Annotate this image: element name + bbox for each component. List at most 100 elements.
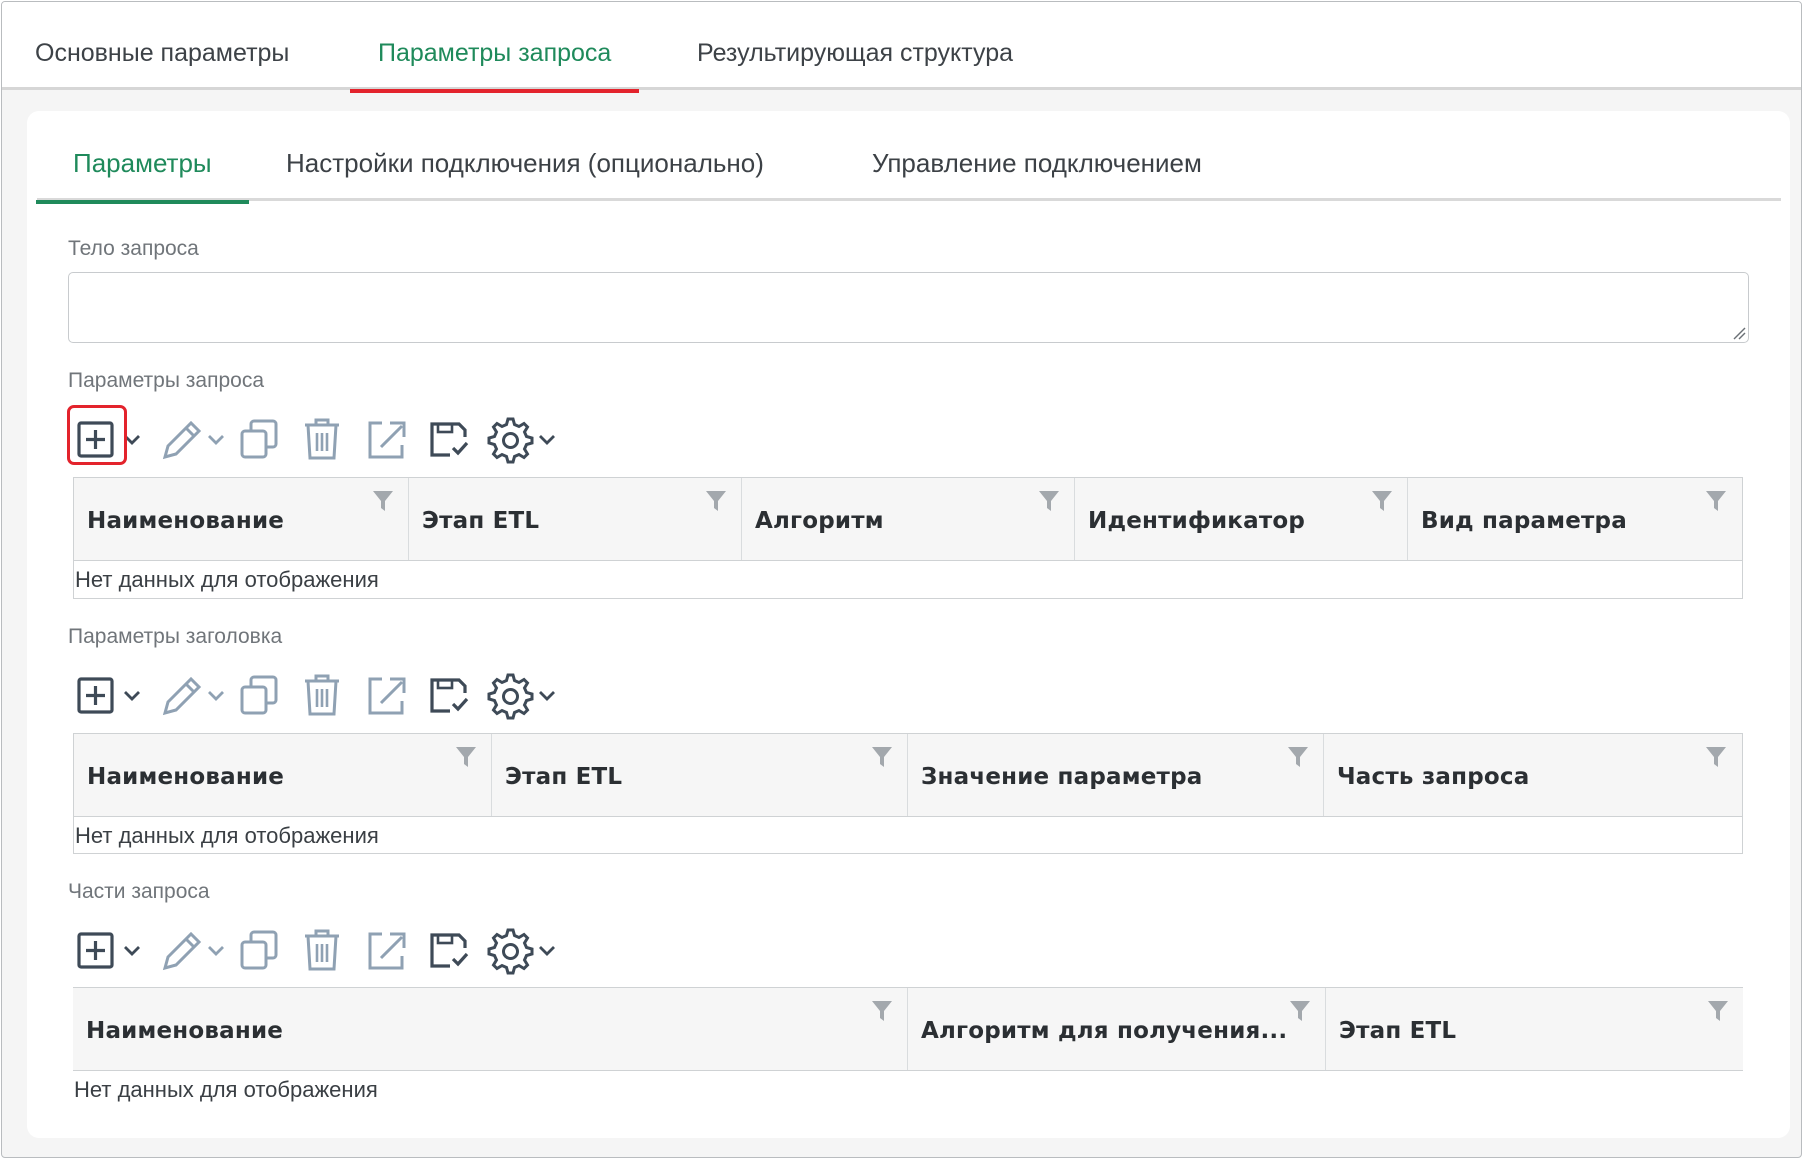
- column-header[interactable]: Наименование: [73, 988, 908, 1070]
- tab-basic-parameters[interactable]: Основные параметры: [35, 2, 289, 90]
- add-button[interactable]: [67, 405, 153, 467]
- filter-icon[interactable]: [871, 745, 893, 769]
- delete-button[interactable]: [297, 411, 349, 467]
- column-title: Значение параметра: [921, 764, 1203, 790]
- filter-icon[interactable]: [871, 999, 893, 1023]
- column-header[interactable]: Алгоритм для получения...: [908, 988, 1326, 1070]
- tab-request-parameters[interactable]: Параметры запроса: [350, 2, 640, 93]
- filter-icon[interactable]: [705, 489, 727, 513]
- column-header[interactable]: Наименование: [74, 734, 492, 816]
- column-header[interactable]: Идентификатор: [1075, 478, 1408, 560]
- filter-icon[interactable]: [1289, 999, 1311, 1023]
- save-check-icon: [430, 422, 469, 457]
- grid-header: Наименование Алгоритм для получения... Э…: [73, 987, 1743, 1071]
- delete-icon: [305, 929, 339, 971]
- copy-button[interactable]: [235, 411, 287, 467]
- request-params-label: Параметры запроса: [68, 369, 264, 392]
- export-button[interactable]: [360, 667, 412, 723]
- filter-icon[interactable]: [1287, 745, 1309, 769]
- empty-message: Нет данных для отображения: [75, 567, 379, 592]
- request-params-grid: Наименование Этап ETL Алгоритм Идентифик…: [73, 477, 1743, 599]
- column-header[interactable]: Алгоритм: [742, 478, 1075, 560]
- column-header[interactable]: Наименование: [74, 478, 409, 560]
- chevron-down-icon: [208, 946, 224, 956]
- tab-label: Основные параметры: [35, 39, 290, 67]
- subtab-connection-management[interactable]: Управление подключением: [872, 111, 1202, 201]
- tab-label: Параметры запроса: [378, 39, 612, 67]
- subtab-parameters[interactable]: Параметры: [36, 111, 249, 204]
- subtab-label: Параметры: [73, 148, 212, 178]
- column-header[interactable]: Этап ETL: [409, 478, 742, 560]
- save-changes-button[interactable]: [423, 667, 475, 723]
- tab-result-structure[interactable]: Результирующая структура: [697, 2, 1013, 90]
- chevron-down-icon: [208, 691, 224, 701]
- subtab-label: Управление подключением: [872, 148, 1202, 178]
- add-button[interactable]: [71, 667, 153, 723]
- column-title: Этап ETL: [505, 764, 623, 790]
- save-changes-button[interactable]: [423, 922, 475, 978]
- chevron-down-icon: [208, 435, 224, 445]
- filter-icon[interactable]: [1707, 999, 1729, 1023]
- request-parts-label: Части запроса: [68, 880, 210, 903]
- resize-grip-icon[interactable]: [1730, 324, 1746, 340]
- copy-icon: [240, 675, 278, 715]
- highlight-frame: [67, 405, 127, 465]
- settings-button[interactable]: [483, 667, 561, 723]
- empty-message: Нет данных для отображения: [75, 823, 379, 848]
- export-button[interactable]: [360, 411, 412, 467]
- filter-icon[interactable]: [1705, 745, 1727, 769]
- filter-icon[interactable]: [1371, 489, 1393, 513]
- tab-label: Результирующая структура: [697, 39, 1014, 67]
- column-title: Наименование: [87, 508, 285, 534]
- settings-button[interactable]: [483, 922, 561, 978]
- request-parts-grid: Наименование Алгоритм для получения... Э…: [73, 987, 1743, 1107]
- filter-icon[interactable]: [372, 489, 394, 513]
- column-header[interactable]: Значение параметра: [908, 734, 1324, 816]
- add-icon: [77, 932, 114, 969]
- chevron-down-icon: [539, 691, 555, 701]
- grid-header: Наименование Этап ETL Алгоритм Идентифик…: [74, 478, 1742, 561]
- save-changes-button[interactable]: [423, 411, 475, 467]
- empty-message: Нет данных для отображения: [74, 1077, 378, 1102]
- delete-button[interactable]: [297, 922, 349, 978]
- copy-icon: [240, 930, 278, 970]
- filter-icon[interactable]: [1038, 489, 1060, 513]
- column-title: Часть запроса: [1337, 764, 1530, 790]
- edit-button[interactable]: [157, 922, 229, 978]
- filter-icon[interactable]: [1705, 489, 1727, 513]
- column-title: Наименование: [87, 764, 285, 790]
- column-header[interactable]: Этап ETL: [1326, 988, 1743, 1070]
- export-icon: [368, 677, 406, 715]
- delete-button[interactable]: [297, 667, 349, 723]
- column-header[interactable]: Часть запроса: [1324, 734, 1741, 816]
- column-title: Этап ETL: [422, 508, 540, 534]
- chevron-down-icon: [539, 435, 555, 445]
- request-body-input[interactable]: [68, 272, 1749, 343]
- active-tab-underline: [350, 89, 640, 93]
- add-button[interactable]: [71, 922, 153, 978]
- edit-button[interactable]: [157, 411, 229, 467]
- export-icon: [368, 421, 406, 459]
- filter-icon[interactable]: [455, 745, 477, 769]
- edit-button[interactable]: [157, 667, 229, 723]
- column-title: Алгоритм для получения...: [921, 1018, 1288, 1044]
- column-title: Алгоритм: [755, 508, 884, 534]
- copy-button[interactable]: [235, 667, 287, 723]
- chevron-down-icon: [124, 691, 140, 701]
- copy-button[interactable]: [235, 922, 287, 978]
- settings-button[interactable]: [483, 411, 561, 467]
- settings-icon: [487, 673, 534, 720]
- delete-icon: [305, 674, 339, 716]
- export-icon: [368, 932, 406, 970]
- header-params-toolbar: [71, 667, 591, 723]
- export-button[interactable]: [360, 922, 412, 978]
- top-tab-bar: Основные параметры Параметры запроса Рез…: [2, 2, 1801, 93]
- column-header[interactable]: Этап ETL: [492, 734, 908, 816]
- chevron-down-icon: [124, 946, 140, 956]
- column-title: Идентификатор: [1088, 508, 1306, 534]
- active-subtab-underline: [36, 200, 249, 204]
- column-header[interactable]: Вид параметра: [1408, 478, 1741, 560]
- subtab-connection-settings[interactable]: Настройки подключения (опционально): [286, 111, 764, 201]
- settings-icon: [487, 417, 534, 464]
- chevron-down-icon: [539, 946, 555, 956]
